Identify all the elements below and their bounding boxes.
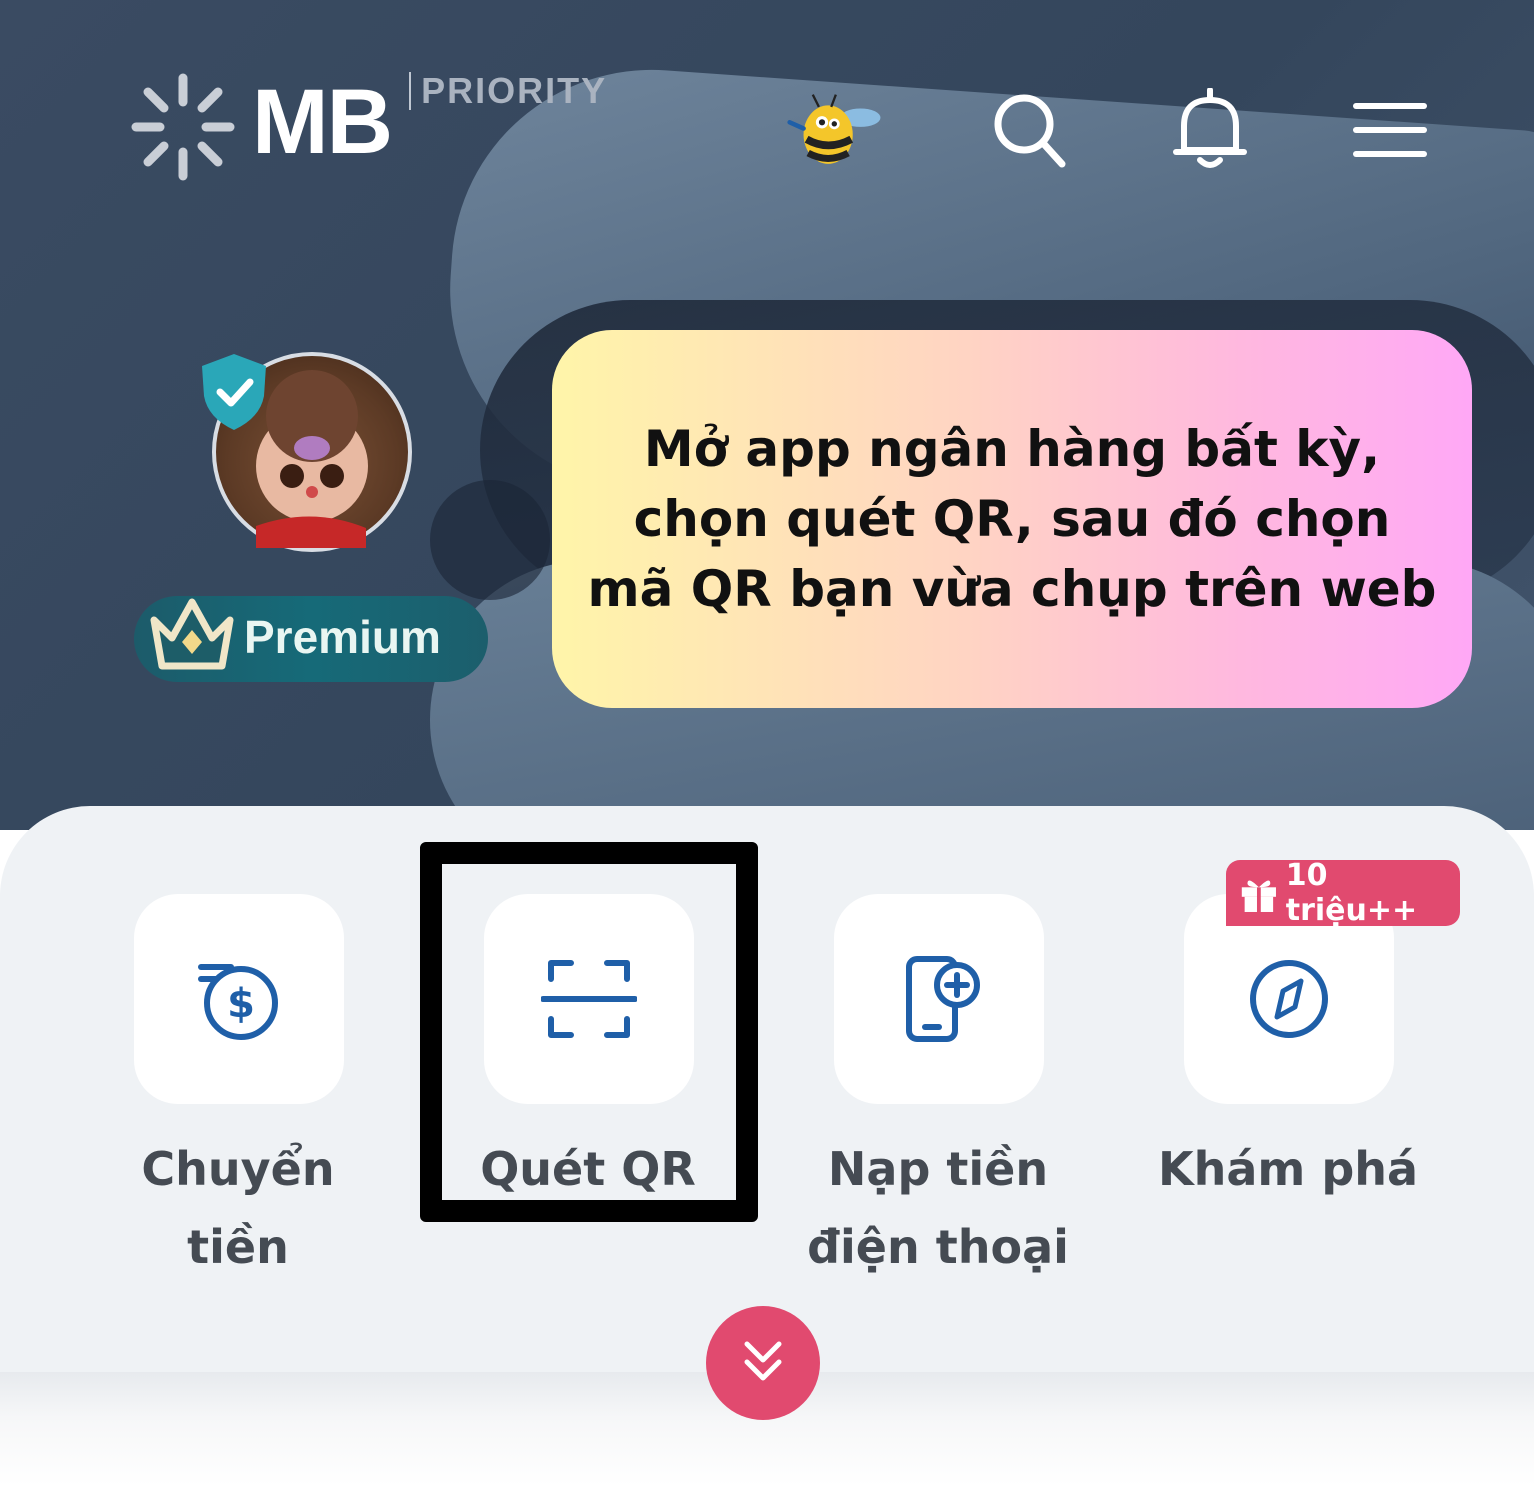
bee-mascot-icon[interactable] bbox=[782, 80, 882, 180]
crown-icon bbox=[150, 598, 234, 670]
brand-tier: PRIORITY bbox=[421, 70, 608, 111]
phone-topup-label: Nạp tiền điện thoại bbox=[807, 1142, 1069, 1274]
transfer-money-label: Chuyển tiền bbox=[141, 1142, 335, 1274]
expand-button[interactable] bbox=[706, 1306, 820, 1420]
premium-badge[interactable]: Premium bbox=[134, 596, 488, 682]
instruction-callout: Mở app ngân hàng bất kỳ, chọn quét QR, s… bbox=[552, 330, 1472, 708]
phone-topup-icon bbox=[906, 956, 980, 1042]
highlight-box bbox=[420, 842, 758, 1222]
menu-icon[interactable] bbox=[1340, 80, 1440, 180]
callout-text: Mở app ngân hàng bất kỳ, chọn quét QR, s… bbox=[587, 420, 1437, 618]
money-transfer-icon: $ bbox=[198, 964, 278, 1040]
brand-logo: MB PRIORITY bbox=[128, 72, 607, 182]
promo-badge[interactable]: 10 triệu++ bbox=[1226, 858, 1460, 928]
compass-icon bbox=[1250, 960, 1328, 1038]
brand-divider bbox=[409, 72, 412, 110]
gift-icon bbox=[1241, 880, 1276, 912]
promo-badge-text: 10 triệu++ bbox=[1285, 858, 1418, 928]
transfer-money-tile[interactable]: $ bbox=[134, 894, 344, 1104]
phone-topup-tile[interactable] bbox=[834, 894, 1044, 1104]
verified-shield-icon bbox=[202, 354, 266, 430]
bell-icon[interactable] bbox=[1160, 80, 1260, 180]
svg-text:$: $ bbox=[227, 981, 255, 1027]
brand-name: MB bbox=[252, 71, 393, 173]
explore-label: Khám phá bbox=[1157, 1142, 1419, 1196]
decorative-shape bbox=[430, 480, 550, 600]
header-actions bbox=[780, 80, 1460, 180]
search-icon[interactable] bbox=[980, 80, 1080, 180]
mb-star-icon bbox=[131, 73, 235, 181]
premium-label: Premium bbox=[244, 611, 441, 663]
chevron-double-down-icon bbox=[744, 1341, 782, 1381]
